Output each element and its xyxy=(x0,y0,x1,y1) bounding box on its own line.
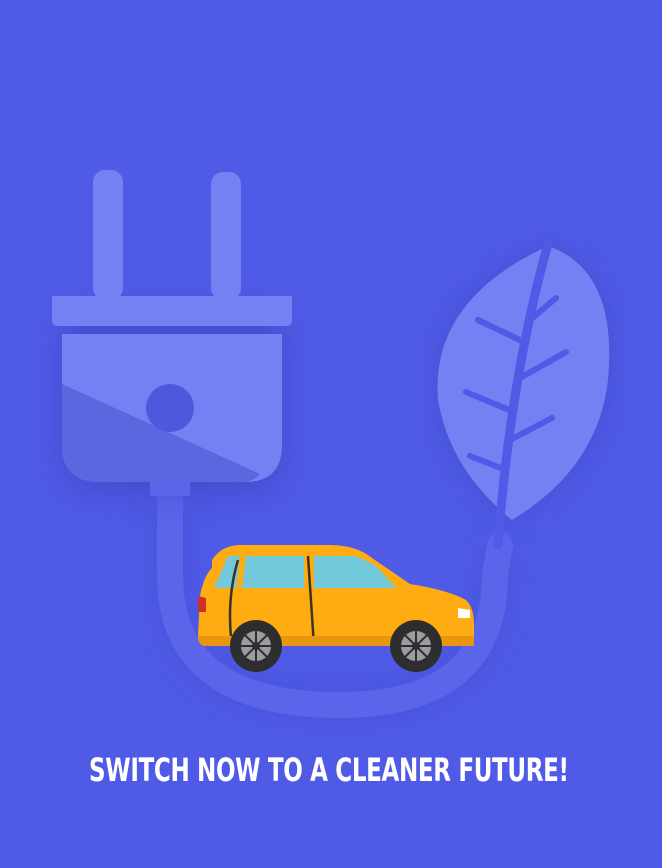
front-wheel xyxy=(390,620,442,672)
plug-icon xyxy=(52,170,292,496)
car-icon xyxy=(198,545,474,672)
leaf-icon xyxy=(437,239,610,550)
headline: SWITCH NOW TO A CLEANER FUTURE! xyxy=(89,751,569,789)
rear-wheel xyxy=(230,620,282,672)
poster: SWITCH NOW TO A CLEANER FUTURE! xyxy=(0,0,662,868)
artwork xyxy=(52,170,610,724)
